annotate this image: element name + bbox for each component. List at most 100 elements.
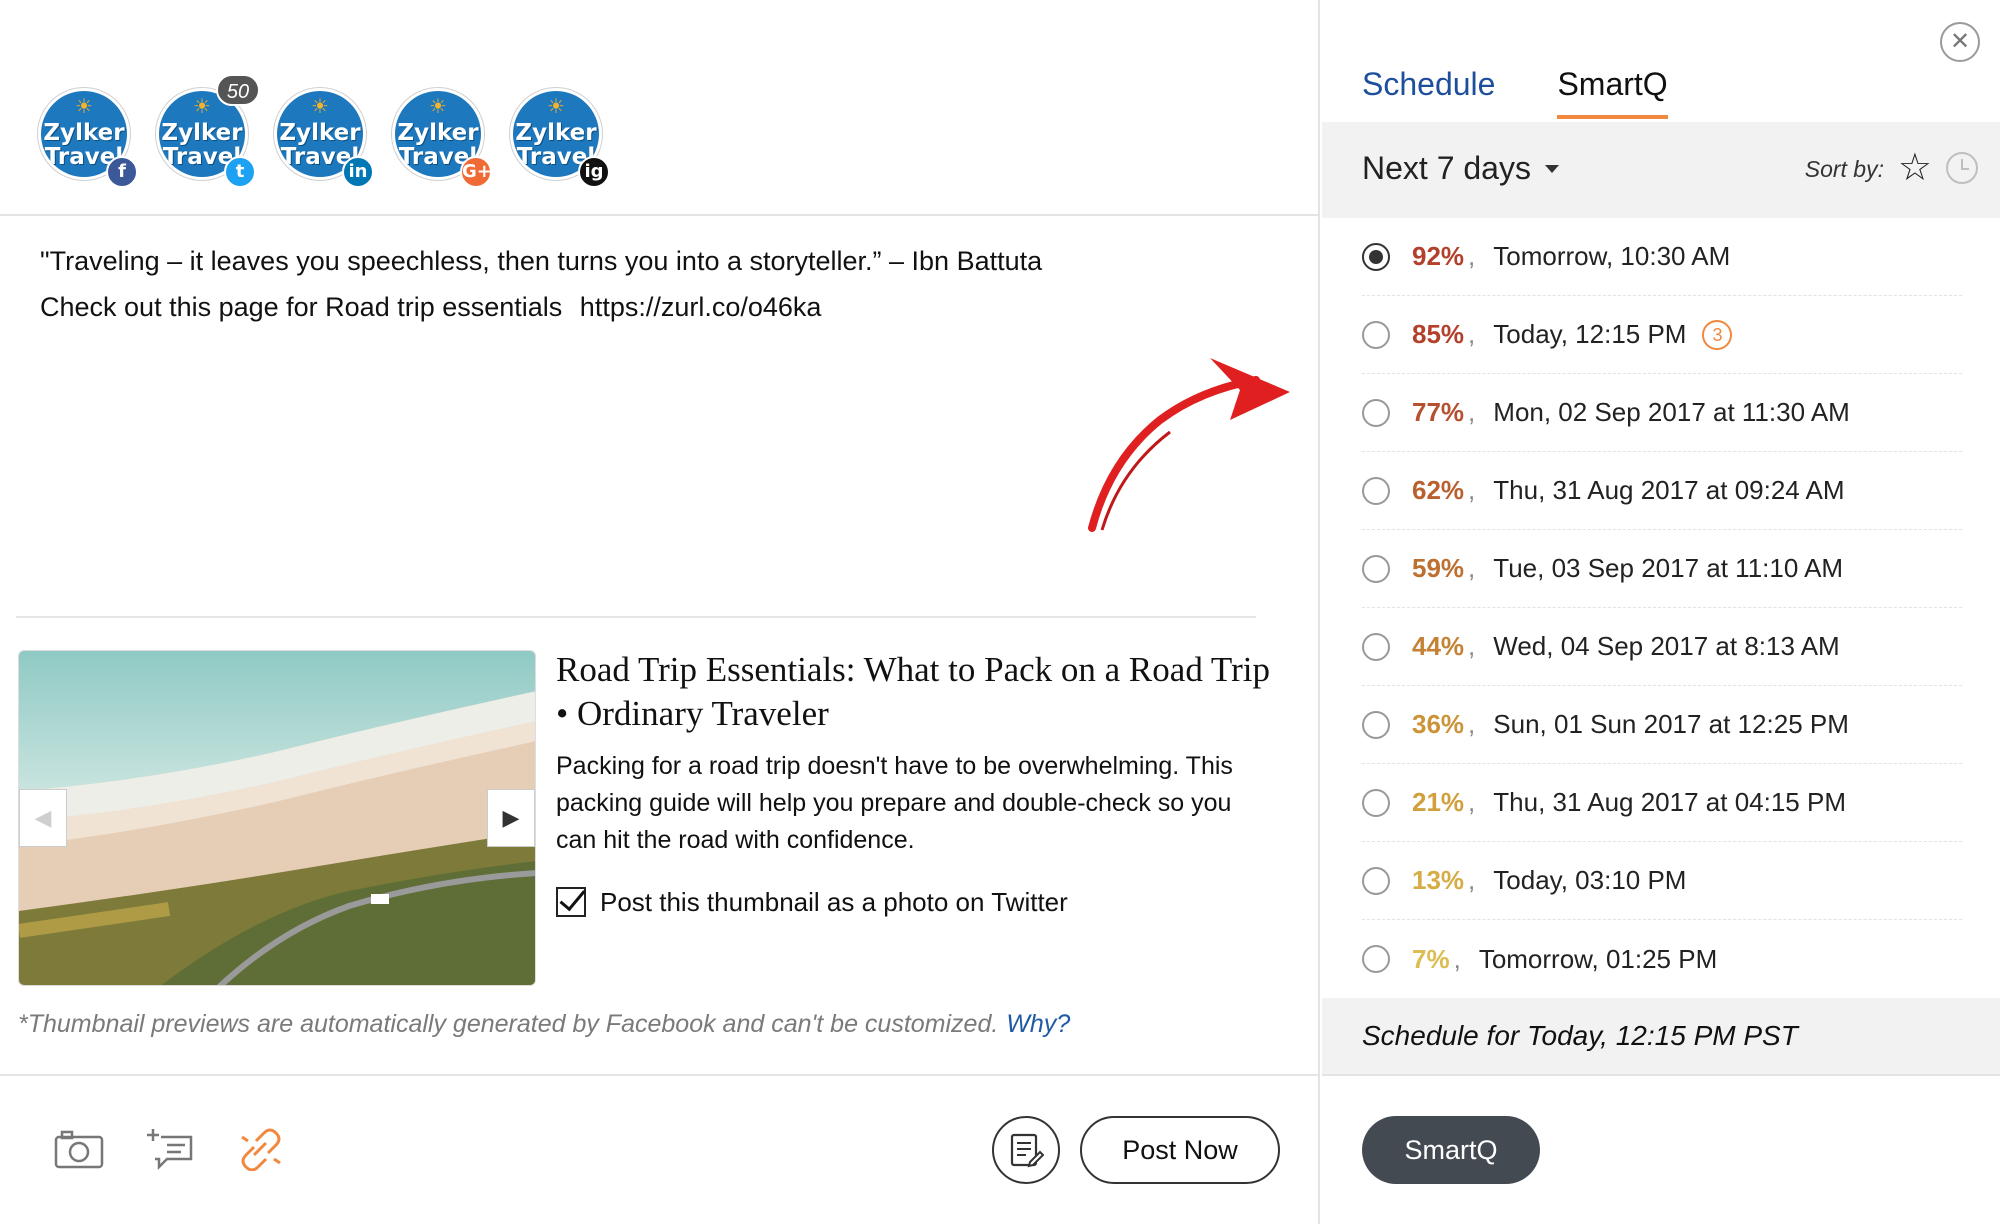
checkbox-checked-icon[interactable] <box>556 887 586 917</box>
slot-separator: , <box>1468 865 1476 895</box>
note-edit-icon <box>1010 1133 1044 1168</box>
slot-separator: , <box>1468 553 1476 583</box>
profile-twitter[interactable]: ☀ Zylker Travel t 50 <box>156 74 260 188</box>
post-text-line: "Traveling – it leaves you speechless, t… <box>40 246 1043 276</box>
slot-radio[interactable] <box>1362 788 1390 817</box>
post-text-line: Check out this page for Road trip essent… <box>40 284 1280 330</box>
slot-time: Mon, 02 Sep 2017 at 11:30 AM <box>1493 397 1850 427</box>
slot-time: Sun, 01 Sun 2017 at 12:25 PM <box>1493 709 1849 739</box>
time-slot-row[interactable]: 92%, Tomorrow, 10:30 AM <box>1362 218 1962 296</box>
slot-engagement-percent: 92% <box>1412 241 1465 271</box>
slot-separator: , <box>1468 475 1476 505</box>
slot-time: Tomorrow, 10:30 AM <box>1493 241 1731 271</box>
google-plus-icon: G+ <box>460 156 492 188</box>
slot-engagement-percent: 85% <box>1412 319 1465 349</box>
composer-panel: ☀ Zylker Travel f ☀ Zylker Travel t 50 ☀ Zylker Tra… <box>0 0 1320 1224</box>
star-icon[interactable]: ☆ <box>1898 148 1932 188</box>
logo-line: Zylker <box>397 120 479 146</box>
palm-sun-icon: ☀ <box>75 96 93 118</box>
add-photo-button[interactable] <box>52 1126 106 1172</box>
link-preview-thumbnail: ◀ ▶ <box>18 650 536 986</box>
thumbnail-footnote: *Thumbnail previews are automatically ge… <box>18 1010 1070 1039</box>
time-slot-row[interactable]: 21%, Thu, 31 Aug 2017 at 04:15 PM <box>1362 764 1962 842</box>
next-thumbnail-button[interactable]: ▶ <box>487 789 535 847</box>
camera-icon <box>54 1130 104 1169</box>
profile-facebook[interactable]: ☀ Zylker Travel f <box>38 88 138 188</box>
slot-radio[interactable] <box>1362 632 1390 661</box>
clock-icon[interactable] <box>1946 152 1978 184</box>
remove-link-preview-button[interactable] <box>234 1126 288 1172</box>
slot-time: Tomorrow, 01:25 PM <box>1478 943 1718 974</box>
date-range-value: Next 7 days <box>1362 150 1531 186</box>
profile-instagram[interactable]: ☀ Zylker Travel ig <box>510 88 610 188</box>
time-slot-row[interactable]: 59%, Tue, 03 Sep 2017 at 11:10 AM <box>1362 530 1962 608</box>
slot-radio[interactable] <box>1362 554 1390 583</box>
filter-bar: Next 7 days Sort by: ☆ <box>1322 122 2000 218</box>
logo-line: Zylker <box>43 120 125 146</box>
time-slot-row[interactable]: 77%, Mon, 02 Sep 2017 at 11:30 AM <box>1362 374 1962 452</box>
profile-linkedin[interactable]: ☀ Zylker Travel in <box>274 88 374 188</box>
slot-radio[interactable] <box>1362 476 1390 505</box>
why-link[interactable]: Why? <box>1006 1010 1070 1038</box>
post-url[interactable]: https://zurl.co/o46ka <box>580 292 822 322</box>
post-thumbnail-checkbox[interactable]: Post this thumbnail as a photo on Twitte… <box>556 884 1068 920</box>
time-slot-row[interactable]: 36%, Sun, 01 Sun 2017 at 12:25 PM <box>1362 686 1962 764</box>
palm-sun-icon: ☀ <box>193 96 211 118</box>
slot-engagement-percent: 44% <box>1412 631 1465 661</box>
post-editor[interactable]: "Traveling – it leaves you speechless, t… <box>40 238 1280 330</box>
divider <box>0 1074 1320 1076</box>
logo-line: Zylker <box>515 120 597 146</box>
close-button[interactable]: ✕ <box>1940 22 1980 62</box>
post-now-button[interactable]: Post Now <box>1080 1116 1280 1184</box>
slot-radio[interactable] <box>1362 945 1390 973</box>
schedule-summary: Schedule for Today, 12:15 PM PST <box>1362 1020 1798 1051</box>
slot-time: Thu, 31 Aug 2017 at 09:24 AM <box>1493 475 1845 505</box>
facebook-icon: f <box>106 156 138 188</box>
add-comment-button[interactable] <box>144 1126 198 1172</box>
twitter-icon: t <box>224 156 256 188</box>
link-preview-title[interactable]: Road Trip Essentials: What to Pack on a … <box>556 648 1276 736</box>
previous-thumbnail-button[interactable]: ◀ <box>19 789 67 847</box>
slot-separator: , <box>1468 631 1476 661</box>
slot-radio[interactable] <box>1362 320 1390 349</box>
slot-engagement-percent: 21% <box>1412 787 1465 817</box>
slot-time: Thu, 31 Aug 2017 at 04:15 PM <box>1493 787 1846 817</box>
post-text-plain: Check out this page for Road trip essent… <box>40 292 563 322</box>
time-slot-row[interactable]: 62%, Thu, 31 Aug 2017 at 09:24 AM <box>1362 452 1962 530</box>
divider <box>16 616 1256 618</box>
linkedin-icon: in <box>342 156 374 188</box>
palm-sun-icon: ☀ <box>547 96 565 118</box>
unlink-icon <box>241 1128 281 1171</box>
logo-line: Zylker <box>279 120 361 146</box>
link-preview-description[interactable]: Packing for a road trip doesn't have to … <box>556 748 1276 859</box>
drafts-button[interactable] <box>992 1116 1060 1184</box>
divider <box>1322 1074 2000 1076</box>
post-count-badge: 50 <box>216 74 260 106</box>
profile-google-plus[interactable]: ☀ Zylker Travel G+ <box>392 88 492 188</box>
palm-sun-icon: ☀ <box>311 96 329 118</box>
instagram-icon: ig <box>578 156 610 188</box>
time-slot-list: 92%, Tomorrow, 10:30 AM 85%, Today, 12:15 P… <box>1362 218 1962 998</box>
date-range-dropdown[interactable]: Next 7 days <box>1362 150 1559 187</box>
slot-engagement-percent: 62% <box>1412 475 1465 505</box>
time-slot-row[interactable]: 7%, Tomorrow, 01:25 PM <box>1362 920 1962 998</box>
caret-down-icon <box>1544 164 1559 173</box>
slot-engagement-percent: 36% <box>1412 709 1465 739</box>
scheduled-count-badge: 3 <box>1702 319 1733 350</box>
slot-separator: , <box>1468 319 1476 349</box>
tab-smartq[interactable]: SmartQ <box>1557 66 1668 119</box>
slot-engagement-percent: 13% <box>1412 865 1465 895</box>
slot-radio[interactable] <box>1362 242 1390 271</box>
schedule-summary-bar: Schedule for Today, 12:15 PM PST <box>1322 998 2000 1074</box>
slot-radio[interactable] <box>1362 866 1390 895</box>
chevron-left-icon: ◀ <box>34 805 52 830</box>
slot-radio[interactable] <box>1362 710 1390 739</box>
close-icon: ✕ <box>1949 28 1971 55</box>
smartq-button[interactable]: SmartQ <box>1362 1116 1540 1184</box>
time-slot-row[interactable]: 85%, Today, 12:15 PM 3 <box>1362 296 1962 374</box>
tab-schedule[interactable]: Schedule <box>1362 66 1495 119</box>
slot-engagement-percent: 77% <box>1412 397 1465 427</box>
time-slot-row[interactable]: 13%, Today, 03:10 PM <box>1362 842 1962 920</box>
time-slot-row[interactable]: 44%, Wed, 04 Sep 2017 at 8:13 AM <box>1362 608 1962 686</box>
slot-radio[interactable] <box>1362 398 1390 427</box>
